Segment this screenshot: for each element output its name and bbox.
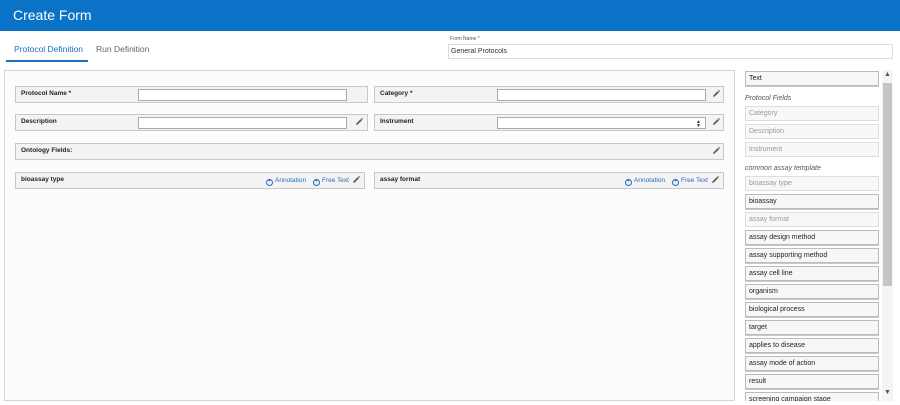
palette-item-assay-supporting-method[interactable]: assay supporting method — [745, 248, 879, 263]
annotation-link[interactable]: + Annotation — [266, 177, 306, 186]
protocol-name-field[interactable]: Protocol Name * — [15, 86, 368, 103]
instrument-select[interactable]: ▲ ▼ — [497, 117, 706, 129]
palette-item-target[interactable]: target — [745, 320, 879, 335]
active-tab-indicator — [6, 60, 88, 62]
palette-item-result[interactable]: result — [745, 374, 879, 389]
pencil-icon[interactable] — [711, 89, 721, 99]
protocol-name-label: Protocol Name * — [21, 90, 72, 97]
ontology-fields-label: Ontology Fields: — [21, 147, 73, 154]
palette-item-instrument: Instrument — [745, 142, 879, 157]
form-name-label: Form Name * — [450, 36, 480, 42]
palette-item-description: Description — [745, 124, 879, 139]
scroll-down-arrow-icon[interactable]: ▼ — [882, 389, 893, 400]
description-field[interactable]: Description — [15, 114, 368, 131]
tab-run-definition[interactable]: Run Definition — [96, 38, 149, 62]
scroll-thumb[interactable] — [883, 83, 892, 286]
plus-circle-icon: + — [313, 179, 320, 186]
assay-format-label: assay format — [380, 176, 421, 183]
select-arrows-icon: ▲ ▼ — [696, 119, 701, 129]
protocol-name-input[interactable] — [138, 89, 347, 101]
ontology-fields-row[interactable]: Ontology Fields: — [15, 143, 724, 160]
protocol-fields-header: Protocol Fields — [745, 95, 792, 102]
instrument-field[interactable]: Instrument ▲ ▼ — [374, 114, 724, 131]
palette-item-category: Category — [745, 106, 879, 121]
plus-circle-icon: + — [266, 179, 273, 186]
description-label: Description — [21, 118, 57, 125]
bioassay-type-field[interactable]: bioassay type + Annotation + Free Text — [15, 172, 365, 189]
pencil-icon[interactable] — [351, 175, 361, 185]
form-name-input[interactable] — [448, 44, 893, 59]
pencil-icon[interactable] — [710, 175, 720, 185]
create-form-window: Create Form Protocol Definition Run Defi… — [0, 0, 900, 405]
window-title: Create Form — [13, 7, 92, 23]
palette-item-organism[interactable]: organism — [745, 284, 879, 299]
palette-item-bioassay-type: bioassay type — [745, 176, 879, 191]
palette-item-assay-cell-line[interactable]: assay cell line — [745, 266, 879, 281]
description-input[interactable] — [138, 117, 347, 129]
assay-format-field[interactable]: assay format + Annotation + Free Text — [374, 172, 724, 189]
category-field[interactable]: Category * — [374, 86, 724, 103]
palette-item-assay-mode-of-action[interactable]: assay mode of action — [745, 356, 879, 371]
form-design-canvas: Protocol Name * Category * Description I… — [4, 70, 735, 401]
category-input[interactable] — [497, 89, 706, 101]
title-bar: Create Form — [0, 0, 900, 31]
annotation-link[interactable]: + Annotation — [625, 177, 665, 186]
palette-item-assay-design-method[interactable]: assay design method — [745, 230, 879, 245]
plus-circle-icon: + — [672, 179, 679, 186]
palette-item-bioassay[interactable]: bioassay — [745, 194, 879, 209]
instrument-label: Instrument — [380, 118, 414, 125]
sidebar-scrollbar[interactable]: ▲ ▼ — [882, 70, 893, 401]
bioassay-type-label: bioassay type — [21, 176, 64, 183]
palette-item-screening-campaign-stage[interactable]: screening campaign stage — [745, 392, 879, 401]
pencil-icon[interactable] — [354, 117, 364, 127]
scroll-up-arrow-icon[interactable]: ▲ — [882, 71, 893, 82]
pencil-icon[interactable] — [711, 146, 721, 156]
palette-item-assay-format: assay format — [745, 212, 879, 227]
template-header: common assay template — [745, 165, 821, 172]
tab-protocol-definition[interactable]: Protocol Definition — [14, 38, 83, 62]
field-palette-sidebar: Text Protocol Fields Category Descriptio… — [740, 70, 894, 401]
category-label: Category * — [380, 90, 413, 97]
free-text-link[interactable]: + Free Text — [313, 177, 349, 186]
plus-circle-icon: + — [625, 179, 632, 186]
palette-item-biological-process[interactable]: biological process — [745, 302, 879, 317]
palette-item-applies-to-disease[interactable]: applies to disease — [745, 338, 879, 353]
free-text-link[interactable]: + Free Text — [672, 177, 708, 186]
palette-item-text[interactable]: Text — [745, 71, 879, 86]
pencil-icon[interactable] — [711, 117, 721, 127]
